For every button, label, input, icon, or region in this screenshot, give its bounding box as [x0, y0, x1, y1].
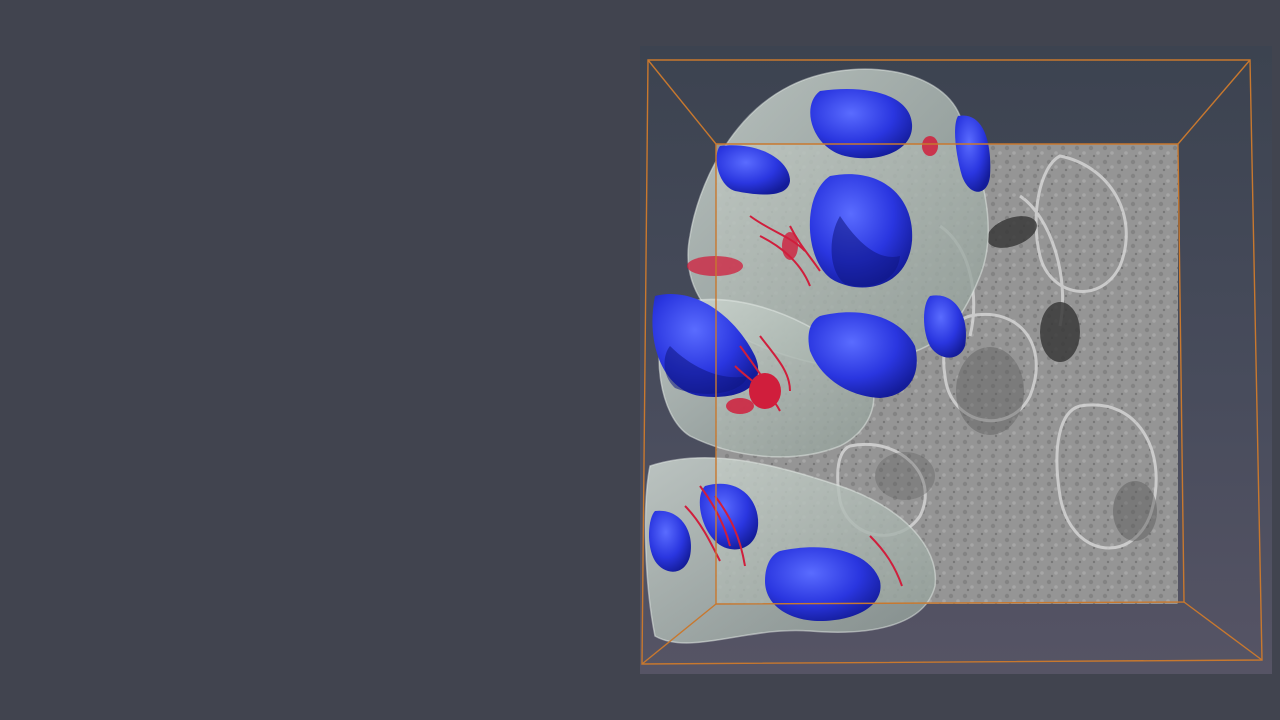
volume-render-scene[interactable] — [640, 46, 1272, 674]
render-viewport[interactable] — [640, 46, 1272, 674]
